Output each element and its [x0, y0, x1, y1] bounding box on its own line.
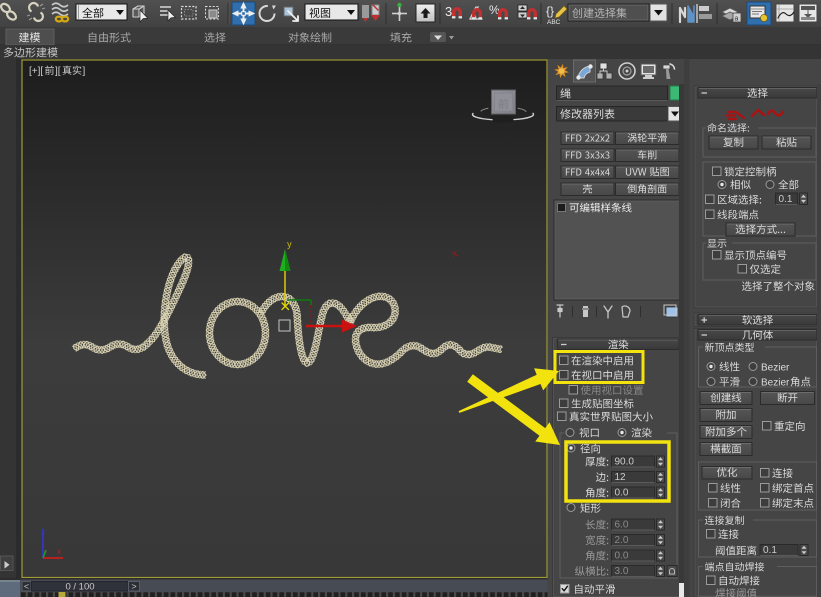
svg-text:90.0: 90.0	[615, 457, 635, 468]
svg-text:0 / 100: 0 / 100	[65, 582, 94, 593]
svg-text:Bezier: Bezier	[761, 363, 790, 374]
svg-text:0.1: 0.1	[779, 194, 793, 205]
svg-text:0.0: 0.0	[615, 488, 629, 499]
svg-text:6.0: 6.0	[615, 520, 629, 531]
svg-text:>: >	[131, 582, 136, 592]
svg-text:0.0: 0.0	[615, 551, 629, 562]
svg-text:2.0: 2.0	[615, 535, 629, 546]
svg-text:x: x	[57, 547, 61, 556]
svg-text:Bezier: Bezier	[761, 378, 790, 389]
svg-text:0.1: 0.1	[763, 545, 777, 556]
svg-text:3: 3	[445, 4, 452, 19]
svg-text:12: 12	[615, 472, 627, 483]
svg-text:z: z	[41, 527, 45, 536]
svg-text:[+][: [+][	[29, 66, 43, 77]
svg-text:<: <	[24, 582, 29, 592]
svg-text:]: ]	[83, 66, 86, 77]
svg-text:{}: {}	[546, 4, 554, 18]
svg-text:3.0: 3.0	[615, 566, 629, 577]
svg-text:a: a	[735, 16, 739, 23]
svg-text:ABC: ABC	[547, 19, 561, 26]
svg-text:][: ][	[55, 66, 61, 77]
